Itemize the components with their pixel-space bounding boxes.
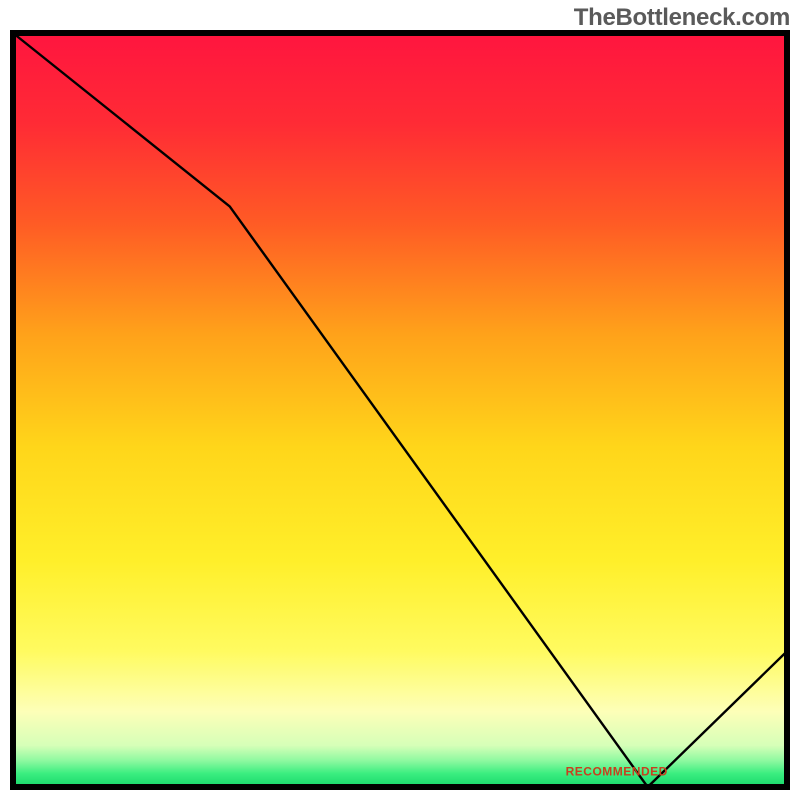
watermark-label: TheBottleneck.com xyxy=(574,4,790,32)
chart-area: RECOMMENDED xyxy=(10,30,790,790)
recommended-label: RECOMMENDED xyxy=(566,765,668,779)
bottleneck-chart: RECOMMENDED xyxy=(10,30,790,790)
chart-container: TheBottleneck.com RECOMMENDED xyxy=(0,0,800,800)
plot-background xyxy=(13,33,787,787)
